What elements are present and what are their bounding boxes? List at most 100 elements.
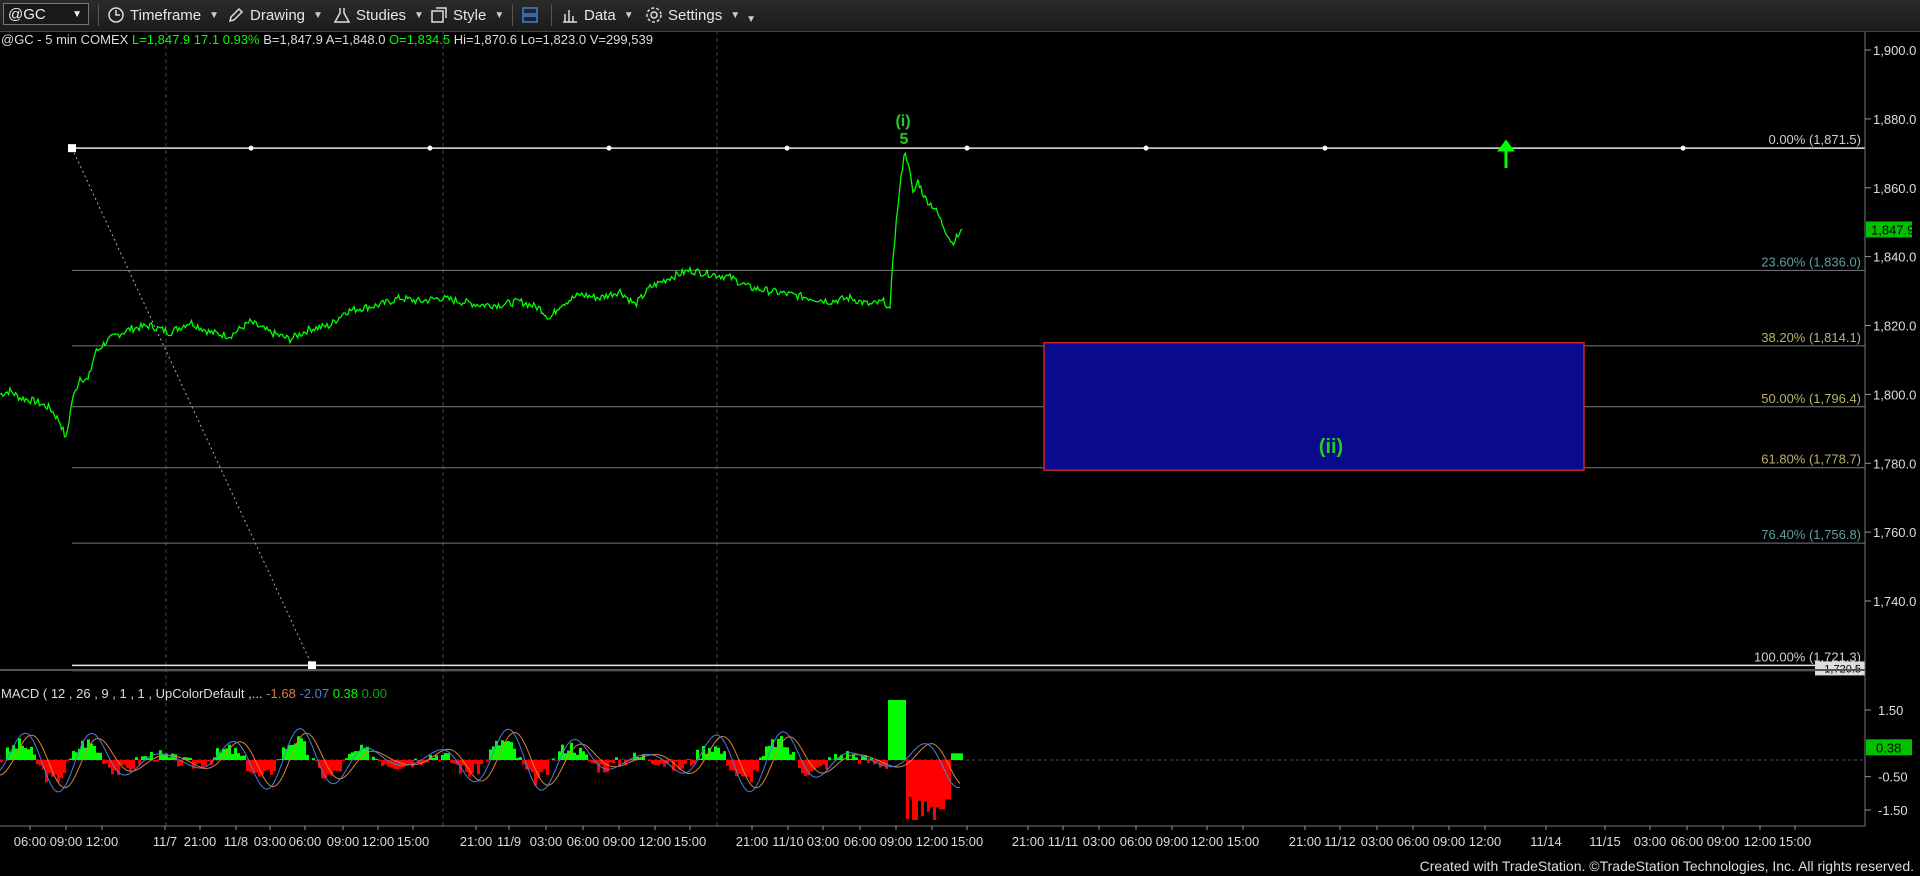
macd-histogram-bar — [546, 760, 549, 775]
wave-label-ii: (ii) — [1319, 436, 1343, 458]
y-tick-label: 1,800.0 — [1873, 387, 1916, 402]
symbol-input[interactable]: @GC ▼ — [3, 3, 89, 25]
y-tick-label: 1,740.0 — [1873, 594, 1916, 609]
macd-histogram-bar — [612, 760, 615, 763]
macd-histogram-bar — [753, 760, 756, 771]
macd-histogram-bar — [681, 760, 684, 769]
macd-histogram-bar — [912, 760, 915, 820]
last-price: L=1,847.9 — [131, 32, 191, 47]
macd-histogram-bar — [438, 760, 441, 762]
macd-histogram-bar — [129, 760, 132, 771]
settings-button[interactable]: Settings ▼ ▼ — [645, 4, 756, 26]
macd-histogram-bar — [486, 760, 489, 762]
style-button[interactable]: Style ▼ — [430, 4, 504, 26]
macd-histogram-bar — [27, 749, 30, 760]
fib-anchor-dot — [1143, 145, 1149, 151]
macd-histogram-bar — [756, 760, 759, 772]
macd-histogram-bar — [582, 751, 585, 760]
x-tick-label: 11/7 — [153, 834, 177, 849]
x-tick-label: 15:00 — [674, 834, 707, 849]
macd-histogram-bar — [780, 736, 783, 760]
macd-histogram-bar — [333, 760, 336, 771]
chart-symbol: @GC - 5 min — [1, 32, 78, 47]
macd-histogram-bar — [654, 760, 657, 766]
macd-histogram-bar — [888, 700, 891, 760]
settings-label: Settings — [668, 6, 723, 24]
fib-anchor-dot — [1322, 145, 1328, 151]
macd-histogram-bar — [909, 760, 912, 798]
macd-histogram-bar — [936, 760, 939, 808]
x-tick-label: 15:00 — [397, 834, 430, 849]
x-tick-label: 09:00 — [50, 834, 83, 849]
x-tick-label: 12:00 — [1191, 834, 1224, 849]
x-tick-label: 15:00 — [951, 834, 984, 849]
layout-button[interactable] — [521, 4, 544, 26]
timeframe-button[interactable]: Timeframe ▼ — [107, 4, 219, 26]
studies-label: Studies — [356, 6, 407, 24]
x-tick-label: 21:00 — [1289, 834, 1322, 849]
x-tick-label: 06:00 — [1120, 834, 1153, 849]
macd-histogram-bar — [900, 700, 903, 760]
wave-ii-target-box[interactable] — [1043, 341, 1585, 471]
macd-histogram-bar — [93, 746, 96, 760]
macd-histogram-bar — [849, 758, 852, 760]
macd-histogram-bar — [405, 760, 408, 764]
macd-histogram-bar — [336, 760, 339, 772]
macd-histogram-bar — [927, 760, 930, 812]
macd-histogram-bar — [33, 754, 36, 760]
macd-histogram-bar — [711, 751, 714, 760]
x-tick-label: 09:00 — [327, 834, 360, 849]
x-tick-label: 06:00 — [289, 834, 322, 849]
macd-histogram-bar — [123, 760, 126, 765]
macd-histogram-bar — [933, 760, 936, 820]
macd-histogram-bar — [240, 755, 243, 760]
data-button[interactable]: Data ▼ — [561, 4, 634, 26]
fib-level-label: 61.80% (1,778.7) — [1761, 452, 1861, 467]
macd-histogram-bar — [684, 760, 687, 765]
macd-histogram-bar — [543, 760, 546, 770]
chevron-down-icon[interactable]: ▼ — [72, 9, 82, 20]
toolbar-separator — [512, 4, 513, 26]
fib-anchor-handle — [68, 144, 76, 153]
macd-histogram-bar — [816, 760, 819, 768]
x-tick-label: 09:00 — [1707, 834, 1740, 849]
x-tick-label: 09:00 — [603, 834, 636, 849]
macd-histogram-bar — [99, 752, 102, 760]
macd-histogram-bar — [516, 758, 519, 760]
macd-histogram-bar — [480, 760, 483, 765]
macd-histogram-bar — [510, 742, 513, 760]
flask-icon — [333, 8, 351, 23]
macd-histogram-bar — [21, 745, 24, 760]
drawing-button[interactable]: Drawing ▼ — [227, 4, 323, 26]
x-tick-label: 06:00 — [1671, 834, 1704, 849]
volume: V=299,539 — [589, 32, 653, 47]
macd-histogram-bar — [246, 760, 249, 772]
macd-value: -1.68 — [266, 686, 296, 701]
macd-histogram-bar — [339, 760, 342, 772]
fib-anchor-dot — [427, 145, 433, 151]
macd-histogram-bar — [300, 738, 303, 760]
macd-histogram-bar — [960, 753, 963, 760]
macd-histogram-bar — [822, 760, 825, 765]
chevron-down-icon: ▼ — [623, 9, 634, 21]
y-tick-label: 1,760.0 — [1873, 525, 1916, 540]
x-tick-label: 21:00 — [184, 834, 217, 849]
macd-histogram-bar — [825, 760, 828, 770]
macd-histogram-bar — [24, 747, 27, 760]
macd-histogram-bar — [747, 760, 750, 777]
macd-histogram-bar — [69, 758, 72, 760]
macd-histogram-bar — [453, 760, 456, 764]
studies-button[interactable]: Studies ▼ — [333, 4, 424, 26]
x-tick-label: 03:00 — [1361, 834, 1394, 849]
macd-histogram-bar — [522, 760, 525, 765]
macd-histogram-bar — [375, 758, 378, 760]
fib-anchor-dot — [784, 145, 790, 151]
macd-histogram-bar — [714, 746, 717, 760]
macd-histogram-bar — [633, 752, 636, 760]
macd-histogram-bar — [105, 760, 108, 764]
macd-histogram-bar — [270, 760, 273, 775]
style-label: Style — [453, 6, 487, 24]
x-tick-label: 06:00 — [844, 834, 877, 849]
macd-histogram-bar — [66, 760, 69, 762]
macd-histogram-bar — [234, 747, 237, 760]
